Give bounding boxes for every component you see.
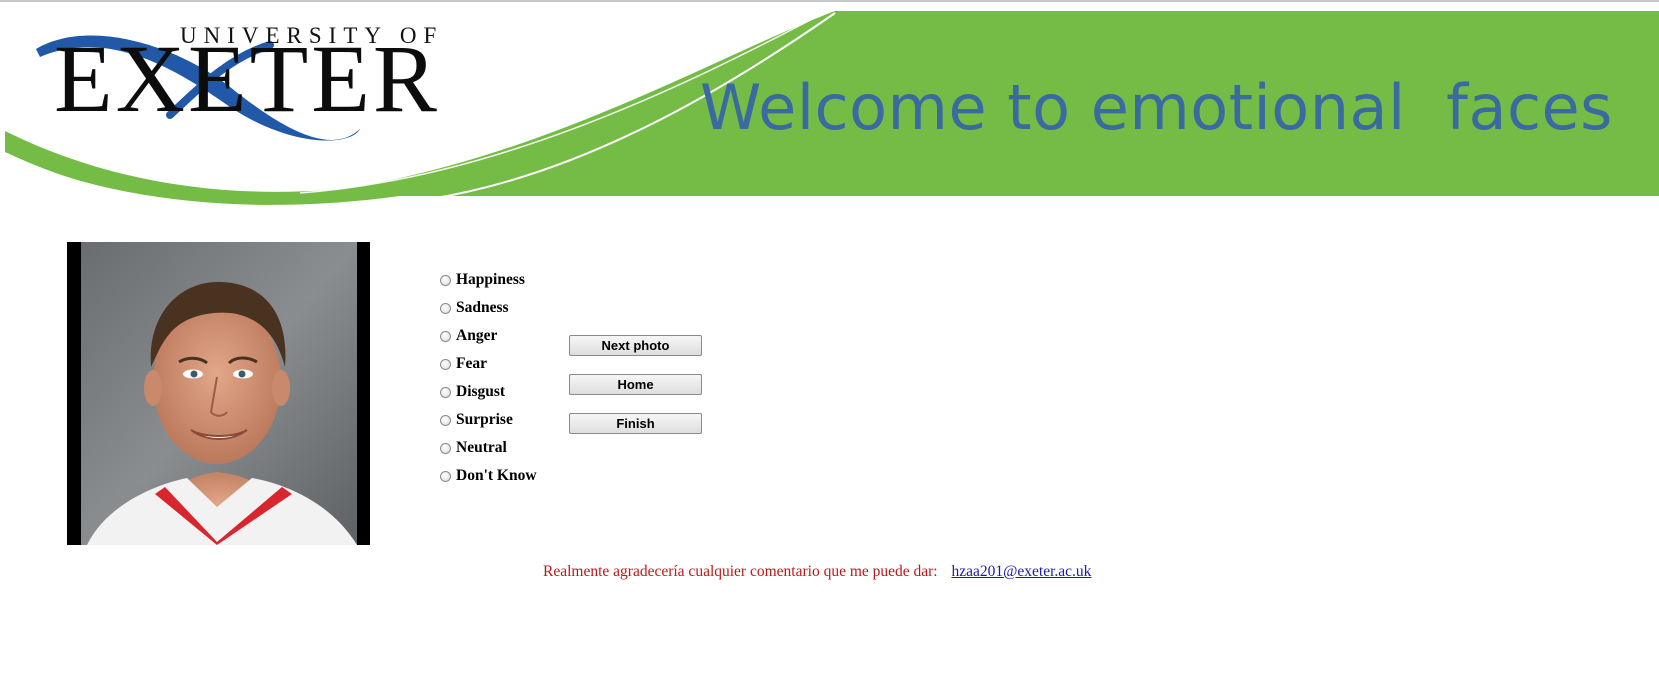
option-label: Sadness — [456, 299, 509, 316]
welcome-heading: Welcome to emotional faces — [700, 71, 1613, 144]
feedback-line: Realmente agradecería cualquier comentar… — [543, 563, 1091, 581]
option-label: Surprise — [456, 411, 513, 428]
email-link[interactable]: hzaa201@exeter.ac.uk — [952, 563, 1092, 580]
radio-neutral[interactable] — [440, 442, 451, 454]
header-banner: UNIVERSITY OF EXETER Welcome to emotiona… — [0, 3, 1659, 223]
top-divider — [0, 0, 1659, 2]
option-dont-know[interactable]: Don't Know — [440, 462, 537, 490]
option-label: Disgust — [456, 383, 506, 400]
option-surprise[interactable]: Surprise — [440, 406, 537, 434]
option-label: Neutral — [456, 439, 507, 456]
option-label: Anger — [456, 327, 498, 344]
radio-sadness[interactable] — [440, 302, 451, 314]
face-photo — [67, 242, 370, 545]
option-anger[interactable]: Anger — [440, 322, 537, 350]
home-button[interactable]: Home — [569, 374, 702, 395]
option-label: Fear — [456, 355, 487, 372]
university-logo[interactable]: UNIVERSITY OF EXETER — [30, 17, 530, 157]
face-photo-image — [81, 242, 357, 545]
option-sadness[interactable]: Sadness — [440, 294, 537, 322]
option-fear[interactable]: Fear — [440, 350, 537, 378]
emotion-options: Happiness Sadness Anger Fear Disgust Sur… — [440, 266, 537, 490]
finish-button[interactable]: Finish — [569, 413, 702, 434]
radio-fear[interactable] — [440, 358, 451, 370]
logo-line-2: EXETER — [54, 25, 440, 132]
radio-happiness[interactable] — [440, 274, 451, 286]
option-neutral[interactable]: Neutral — [440, 434, 537, 462]
option-disgust[interactable]: Disgust — [440, 378, 537, 406]
radio-anger[interactable] — [440, 330, 451, 342]
radio-surprise[interactable] — [440, 414, 451, 426]
next-photo-button[interactable]: Next photo — [569, 335, 702, 356]
radio-disgust[interactable] — [440, 386, 451, 398]
feedback-text: Realmente agradecería cualquier comentar… — [543, 563, 938, 580]
radio-dont-know[interactable] — [440, 470, 451, 482]
option-label: Happiness — [456, 271, 525, 288]
option-happiness[interactable]: Happiness — [440, 266, 537, 294]
option-label: Don't Know — [456, 467, 537, 484]
